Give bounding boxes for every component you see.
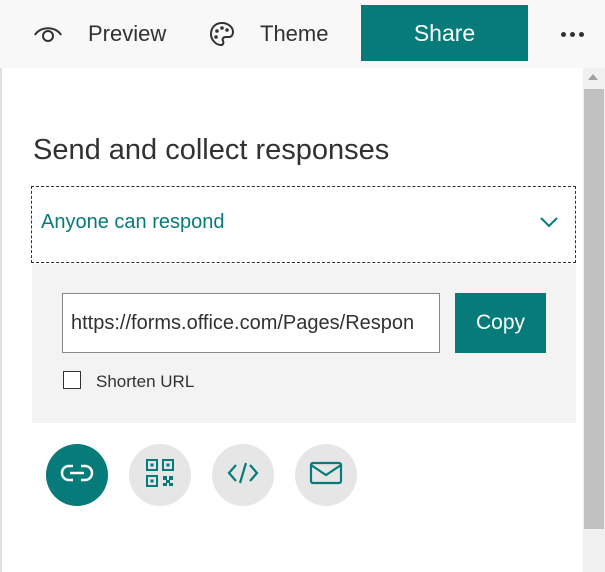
link-url-field[interactable]: https://forms.office.com/Pages/Respon <box>62 293 440 353</box>
embed-code-icon <box>226 460 260 491</box>
eye-icon <box>32 22 64 46</box>
preview-label: Preview <box>88 21 167 46</box>
palette-icon <box>208 20 236 48</box>
copy-button[interactable]: Copy <box>455 293 546 353</box>
email-icon <box>309 460 343 491</box>
audience-selected-value: Anyone can respond <box>41 211 225 233</box>
link-icon <box>60 463 94 488</box>
theme-label: Theme <box>260 21 329 46</box>
share-embed-button[interactable] <box>212 444 274 506</box>
audience-dropdown[interactable]: Anyone can respond <box>31 186 576 263</box>
more-options-icon[interactable] <box>552 20 592 48</box>
qr-code-icon <box>145 458 175 493</box>
scrollbar-thumb[interactable] <box>584 89 604 529</box>
top-toolbar: Preview Theme Share <box>0 0 605 68</box>
share-qr-code-button[interactable] <box>129 444 191 506</box>
share-email-button[interactable] <box>295 444 357 506</box>
share-link-button[interactable] <box>46 444 108 506</box>
panel-title: Send and collect responses <box>33 134 390 166</box>
theme-button[interactable]: Theme <box>208 0 328 68</box>
shorten-url-label[interactable]: Shorten URL <box>96 372 194 392</box>
preview-button[interactable]: Preview <box>32 0 166 68</box>
panel-edge <box>0 68 2 572</box>
chevron-down-icon <box>539 215 559 233</box>
scroll-up-arrow-icon[interactable] <box>588 74 598 80</box>
shorten-url-checkbox[interactable] <box>63 371 81 389</box>
share-button[interactable]: Share <box>361 5 528 61</box>
